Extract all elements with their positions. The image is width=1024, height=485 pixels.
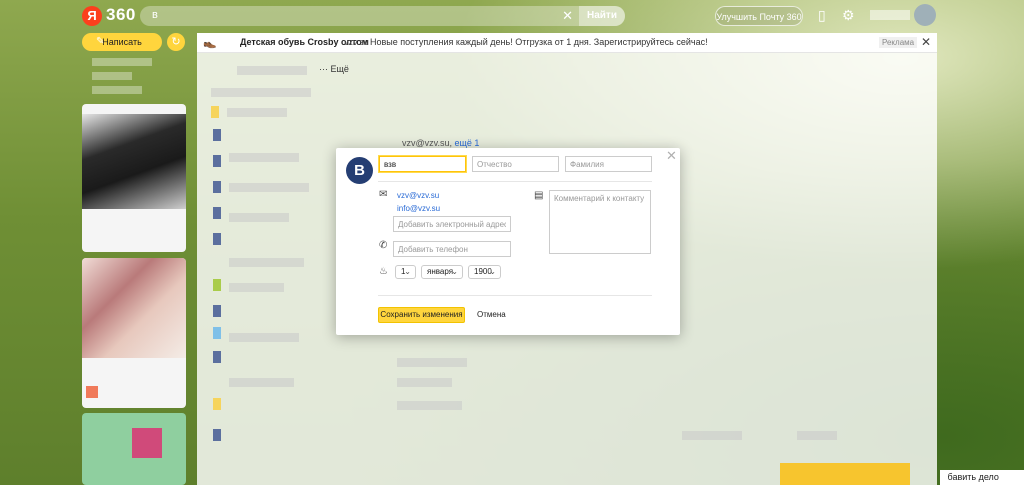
yandex-logo[interactable]: Я xyxy=(82,6,102,26)
comment-textarea[interactable] xyxy=(549,190,651,254)
flag-icon xyxy=(213,351,221,363)
contact-edit-dialog: ✕ В ✉ vzv@vzv.su info@vzv.su ✆ ▤ ♨ 1 ⌄ я… xyxy=(336,148,680,335)
folder-item[interactable] xyxy=(92,86,142,94)
add-phone-input[interactable] xyxy=(393,241,511,257)
toolbar-item[interactable] xyxy=(237,66,307,75)
table-row[interactable] xyxy=(397,378,452,387)
divider xyxy=(378,181,652,182)
flag-icon xyxy=(211,106,219,118)
promo-image xyxy=(82,114,186,209)
search-button[interactable]: Найти xyxy=(579,6,625,26)
table-row[interactable] xyxy=(229,333,299,342)
email-item[interactable]: vzv@vzv.su xyxy=(397,191,439,200)
flag-icon xyxy=(213,279,221,291)
close-icon[interactable]: ✕ xyxy=(921,35,931,49)
chevron-down-icon: ⌄ xyxy=(451,267,458,276)
upgrade-button[interactable]: Улучшить Почту 360 xyxy=(715,6,803,26)
divider xyxy=(378,295,652,296)
promo-tile[interactable] xyxy=(82,413,186,485)
table-row[interactable] xyxy=(229,258,304,267)
chevron-down-icon: ⌄ xyxy=(404,267,411,276)
from-address: vzv@vzv.su, xyxy=(402,138,452,148)
flag-icon xyxy=(213,129,221,141)
promo-badge xyxy=(86,386,98,398)
flag-icon xyxy=(213,327,221,339)
search-bar[interactable]: в ✕ Найти xyxy=(140,6,625,26)
middle-name-input[interactable] xyxy=(472,156,559,172)
search-input[interactable]: в xyxy=(152,9,158,21)
gear-icon[interactable]: ⚙ xyxy=(842,7,855,24)
shoe-icon: 👞 xyxy=(203,37,217,49)
refresh-icon[interactable]: ↻ xyxy=(167,33,185,51)
table-row[interactable] xyxy=(229,153,299,162)
pen-icon: ✎ xyxy=(96,36,105,47)
compose-button[interactable]: ✎ Написать xyxy=(82,33,162,51)
close-icon[interactable]: ✕ xyxy=(666,148,677,164)
chevron-down-icon: ⌄ xyxy=(489,267,496,276)
flag-icon xyxy=(213,305,221,317)
folder-item[interactable] xyxy=(92,72,132,80)
table-row[interactable] xyxy=(229,378,294,387)
table-row[interactable] xyxy=(227,108,287,117)
save-button[interactable]: Сохранить изменения xyxy=(378,307,465,323)
flag-icon xyxy=(213,233,221,245)
promo-image xyxy=(82,258,186,358)
ad-banner[interactable]: 👞 Детская обувь Crosby оптом vzv.su Новы… xyxy=(197,33,937,53)
note-icon: ▤ xyxy=(534,190,544,201)
flag-icon xyxy=(213,155,221,167)
email-item[interactable]: info@vzv.su xyxy=(397,204,440,213)
avatar[interactable] xyxy=(914,4,936,26)
contact-avatar: В xyxy=(346,157,373,184)
birthday-month-select[interactable]: января ⌄ xyxy=(421,265,463,279)
more-recipients-link[interactable]: ещё 1 xyxy=(455,138,480,148)
cancel-button[interactable]: Отмена xyxy=(477,310,506,319)
table-row[interactable] xyxy=(229,213,289,222)
table-row[interactable] xyxy=(229,283,284,292)
first-name-input[interactable] xyxy=(379,156,466,172)
birthday-day-select[interactable]: 1 ⌄ xyxy=(395,265,416,279)
promo-tile[interactable] xyxy=(82,104,186,252)
flag-icon xyxy=(213,398,221,410)
folder-item[interactable] xyxy=(92,58,152,66)
month-value: января xyxy=(427,267,454,276)
table-row[interactable] xyxy=(397,358,467,367)
phone-icon[interactable]: ▯ xyxy=(818,7,826,24)
add-email-input[interactable] xyxy=(393,216,511,232)
ad-domain[interactable]: vzv.su xyxy=(344,37,369,47)
close-icon[interactable]: ✕ xyxy=(562,8,573,24)
message-from: vzv@vzv.su, ещё 1 xyxy=(402,138,479,148)
table-row[interactable] xyxy=(211,88,311,97)
flag-icon xyxy=(213,181,221,193)
promo-image xyxy=(132,428,162,458)
top-bar: Я 360 в ✕ Найти Улучшить Почту 360 ▯ ⚙ xyxy=(0,0,1024,32)
table-row[interactable] xyxy=(397,401,462,410)
promo-tile[interactable] xyxy=(82,258,186,408)
phone-icon: ✆ xyxy=(379,240,388,251)
table-row[interactable] xyxy=(797,431,837,440)
more-button[interactable]: ··· Ещё xyxy=(319,64,349,74)
compose-label: Написать xyxy=(102,37,142,47)
flag-icon xyxy=(213,207,221,219)
ad-text[interactable]: Новые поступления каждый день! Отгрузка … xyxy=(370,37,708,47)
add-todo-button[interactable]: бавить дело xyxy=(940,470,1024,485)
user-name[interactable] xyxy=(870,10,910,20)
table-row[interactable] xyxy=(682,431,742,440)
add-todo-label: бавить дело xyxy=(947,472,999,482)
todo-bar xyxy=(780,463,910,485)
logo-360[interactable]: 360 xyxy=(106,5,136,25)
ad-label: Реклама xyxy=(879,37,918,48)
last-name-input[interactable] xyxy=(565,156,652,172)
table-row[interactable] xyxy=(229,183,309,192)
cake-icon: ♨ xyxy=(379,266,388,277)
birthday-year-select[interactable]: 1900 ⌄ xyxy=(468,265,501,279)
flag-icon xyxy=(213,429,221,441)
mail-icon: ✉ xyxy=(379,189,388,200)
